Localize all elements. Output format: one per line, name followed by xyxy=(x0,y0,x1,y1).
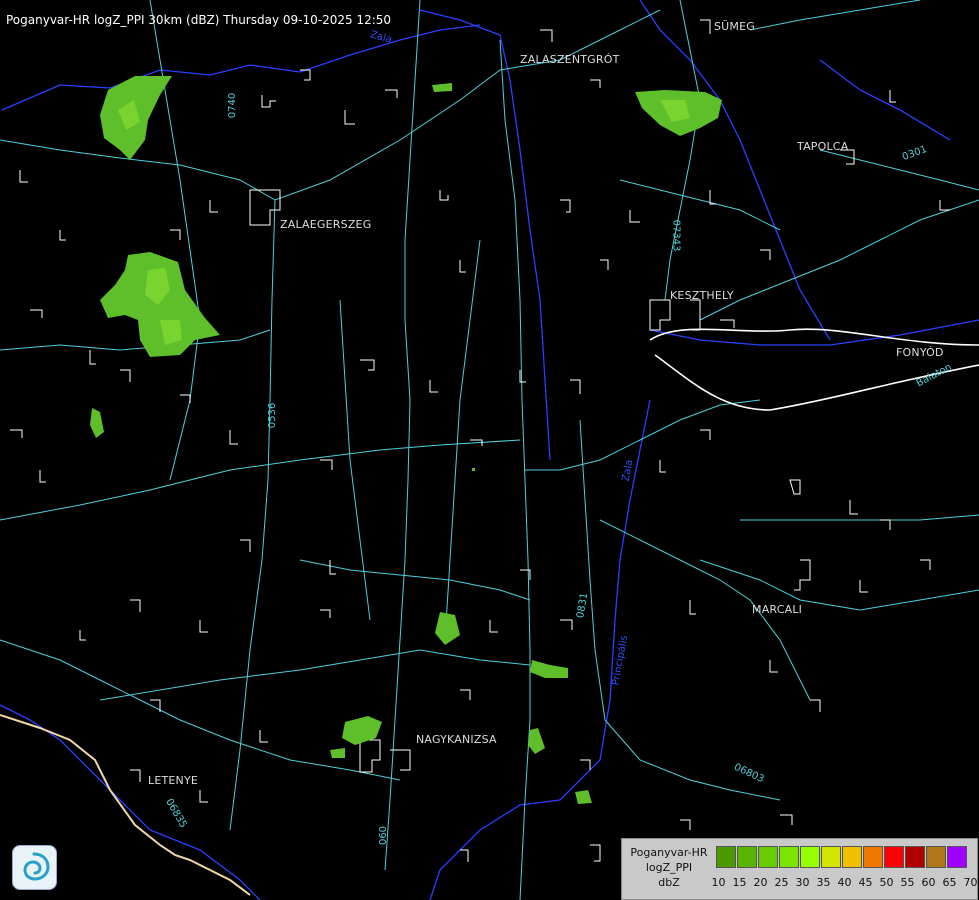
city-label-sumeg: SÜMEG xyxy=(714,20,755,33)
legend-tick-60: 60 xyxy=(921,876,936,889)
legend-swatch-50 xyxy=(884,846,904,868)
legend-swatch-55 xyxy=(905,846,925,868)
legend-tick-30: 30 xyxy=(795,876,810,889)
legend-swatch-25 xyxy=(779,846,799,868)
legend-swatch-30 xyxy=(800,846,820,868)
dbz-legend: Poganyvar-HR logZ_PPI dbZ 10 15 20 25 30 35 40… xyxy=(621,838,978,900)
city-label-nagykanizsa: NAGYKANIZSA xyxy=(416,733,497,746)
legend-tick-25: 25 xyxy=(774,876,789,889)
road-label: 060 xyxy=(378,825,390,846)
legend-swatch-20 xyxy=(758,846,778,868)
swirl-logo-icon xyxy=(23,852,50,881)
city-label-marcali: MARCALI xyxy=(752,603,803,616)
city-label-keszthely: KESZTHELY xyxy=(670,289,734,302)
legend-swatch-35 xyxy=(821,846,841,868)
legend-tick-35: 35 xyxy=(816,876,831,889)
road-label: 0740 xyxy=(227,92,239,119)
legend-tick-40: 40 xyxy=(837,876,852,889)
legend-radar-name: Poganyvar-HR xyxy=(630,846,708,859)
legend-tick-65: 65 xyxy=(942,876,957,889)
legend-swatch-10 xyxy=(716,846,736,868)
legend-tick-50: 50 xyxy=(879,876,894,889)
legend-product-name: logZ_PPI xyxy=(645,861,693,874)
city-label-zalaszentgrot: ZALASZENTGRÓT xyxy=(520,53,620,66)
legend-swatch-15 xyxy=(737,846,757,868)
city-label-letenye: LETENYE xyxy=(148,774,199,787)
legend-swatch-65 xyxy=(947,846,967,868)
legend-swatch-60 xyxy=(926,846,946,868)
legend-tick-10: 10 xyxy=(711,876,726,889)
radar-map xyxy=(0,0,979,900)
legend-labels: Poganyvar-HR logZ_PPI dbZ xyxy=(624,845,714,890)
legend-swatch-40 xyxy=(842,846,862,868)
legend-tick-15: 15 xyxy=(732,876,747,889)
city-label-fonyod: FONYÓD xyxy=(896,346,944,359)
legend-tick-20: 20 xyxy=(753,876,768,889)
legend-tick-45: 45 xyxy=(858,876,873,889)
legend-tick-70: 70 xyxy=(963,876,978,889)
legend-tick-55: 55 xyxy=(900,876,915,889)
legend-swatch-45 xyxy=(863,846,883,868)
city-label-tapolca: TAPOLCA xyxy=(797,140,849,153)
radar-logo xyxy=(12,845,57,890)
city-label-zalaegerszeg: ZALAEGERSZEG xyxy=(280,218,372,231)
map-title: Poganyvar-HR logZ_PPI 30km (dBZ) Thursda… xyxy=(6,13,392,27)
legend-swatches xyxy=(716,846,968,868)
legend-unit: dbZ xyxy=(658,876,680,889)
legend-ticks: 10 15 20 25 30 35 40 45 50 55 60 65 70 xyxy=(708,876,979,889)
road-label: 0536 xyxy=(267,402,279,429)
road-label: 07343 xyxy=(670,219,682,252)
